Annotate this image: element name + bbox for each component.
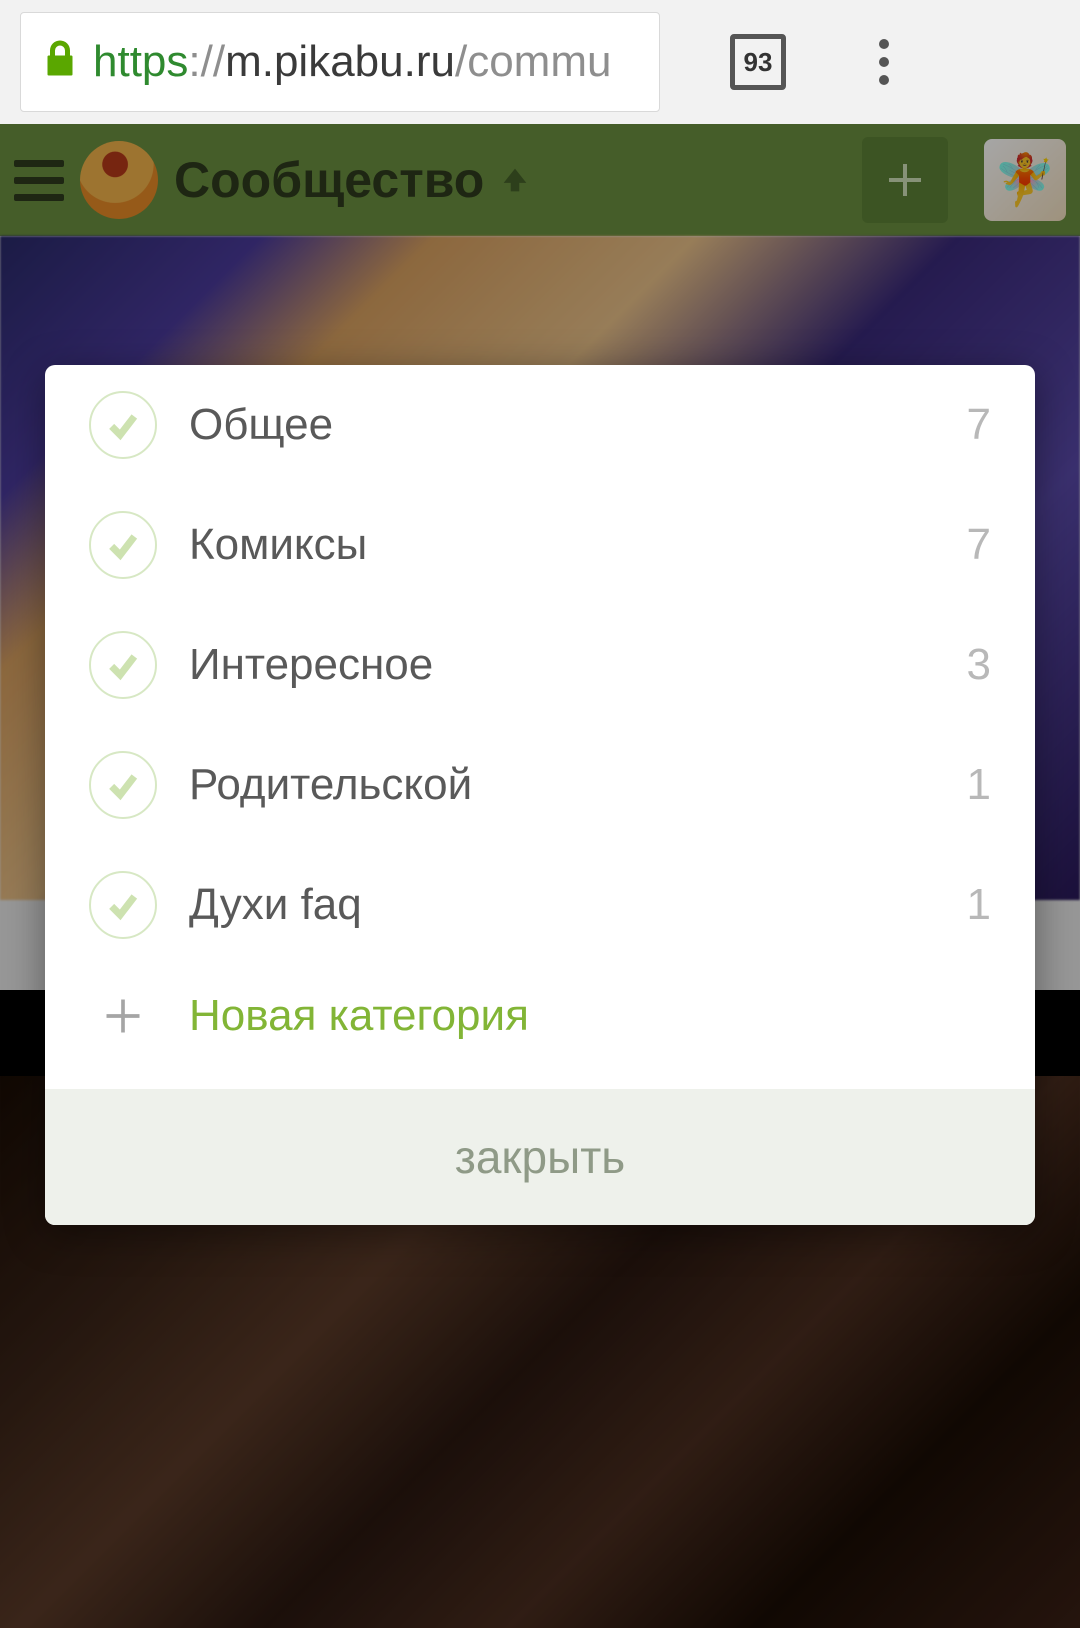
category-label: Родительской	[189, 760, 935, 810]
check-icon	[89, 751, 157, 819]
category-count: 1	[967, 760, 991, 810]
url-sep: ://	[188, 37, 225, 87]
close-button[interactable]: закрыть	[45, 1089, 1035, 1225]
category-count: 1	[967, 880, 991, 930]
category-count: 7	[967, 520, 991, 570]
tabs-button[interactable]: 93	[730, 34, 786, 90]
url-scheme: https	[93, 37, 188, 87]
new-category-button[interactable]: Новая категория	[45, 965, 1035, 1089]
category-label: Комиксы	[189, 520, 935, 570]
url-host: m.pikabu.ru	[225, 37, 455, 87]
url-box[interactable]: https :// m.pikabu.ru /commu	[20, 12, 660, 112]
category-row[interactable]: Родительской 1	[45, 725, 1035, 845]
category-row[interactable]: Интересное 3	[45, 605, 1035, 725]
tab-count: 93	[744, 47, 773, 78]
category-row[interactable]: Общее 7	[45, 365, 1035, 485]
categories-modal: Общее7Комиксы7Интересное3Родительской1Ду…	[45, 365, 1035, 1225]
check-icon	[89, 631, 157, 699]
category-label: Общее	[189, 400, 935, 450]
check-icon	[89, 871, 157, 939]
category-label: Интересное	[189, 640, 935, 690]
plus-icon	[89, 994, 157, 1038]
category-label: Духи faq	[189, 880, 935, 930]
new-category-label: Новая категория	[189, 991, 529, 1041]
category-row[interactable]: Духи faq 1	[45, 845, 1035, 965]
category-count: 3	[967, 640, 991, 690]
check-icon	[89, 511, 157, 579]
category-row[interactable]: Комиксы 7	[45, 485, 1035, 605]
browser-bar: https :// m.pikabu.ru /commu 93	[0, 0, 1080, 124]
category-count: 7	[967, 400, 991, 450]
browser-menu-button[interactable]	[860, 39, 908, 85]
url-path: /commu	[455, 37, 611, 87]
check-icon	[89, 391, 157, 459]
lock-icon	[45, 37, 75, 87]
